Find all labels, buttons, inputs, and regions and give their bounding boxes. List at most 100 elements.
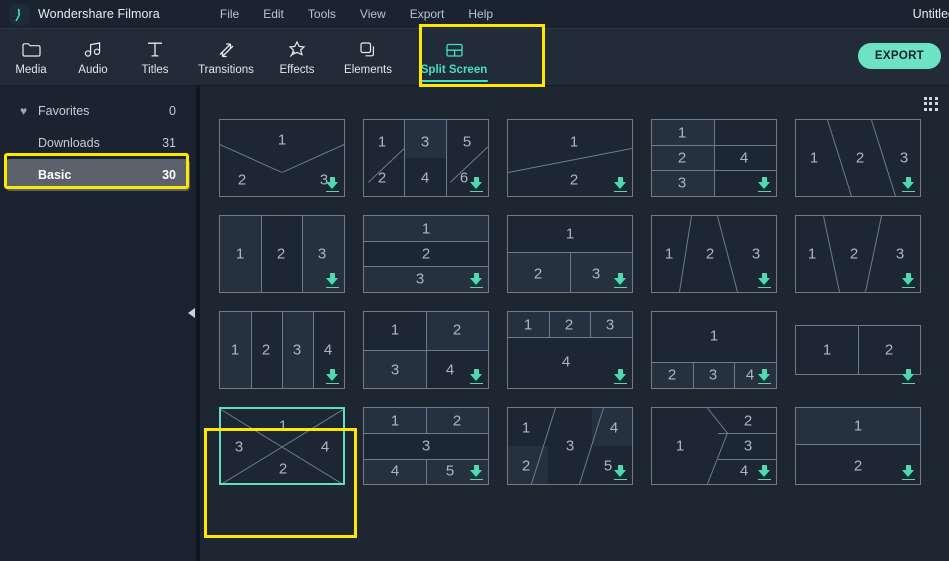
template-region-number: 1: [230, 341, 240, 359]
grid-dots-icon[interactable]: [924, 97, 938, 111]
template-divider: [796, 444, 920, 445]
template-thumbnail[interactable]: 12: [795, 311, 921, 389]
menu-item-export[interactable]: Export: [398, 3, 457, 25]
template-region-number: 2: [569, 171, 579, 189]
download-arrow-icon[interactable]: [470, 273, 483, 288]
template-region-number: 1: [822, 341, 832, 359]
download-arrow-icon[interactable]: [326, 273, 339, 288]
toolbar-tab-titles[interactable]: Titles: [124, 29, 186, 86]
download-arrow-icon[interactable]: [902, 273, 915, 288]
menu-bar: File Edit Tools View Export Help: [208, 3, 505, 25]
template-thumbnail[interactable]: 1 2 3 4: [363, 311, 489, 389]
menu-item-tools[interactable]: Tools: [296, 3, 348, 25]
template-thumbnail[interactable]: 123: [651, 215, 777, 293]
toolbar-tab-label: Titles: [141, 63, 169, 76]
download-arrow-icon[interactable]: [614, 273, 627, 288]
collapse-left-arrow-icon[interactable]: [186, 305, 196, 321]
template-divider: [302, 216, 303, 292]
export-button[interactable]: EXPORT: [857, 43, 941, 69]
sparkle-star-icon: [287, 40, 307, 60]
filmora-window: ⟩ Wondershare Filmora File Edit Tools Vi…: [0, 0, 949, 561]
template-thumbnail[interactable]: 1 2 3 4: [651, 407, 777, 485]
template-region-number: 1: [675, 437, 685, 455]
download-arrow-icon[interactable]: [470, 177, 483, 192]
template-region-number: 2: [743, 412, 753, 430]
download-arrow-icon[interactable]: [758, 177, 771, 192]
download-arrow-icon[interactable]: [470, 369, 483, 384]
download-arrow-icon[interactable]: [758, 465, 771, 480]
sidebar-item-basic[interactable]: Basic 30: [6, 159, 190, 191]
overlapping-squares-icon: [359, 40, 378, 60]
template-region-number: 3: [234, 438, 244, 456]
template-thumbnail[interactable]: 1 2 3 4 5: [507, 407, 633, 485]
template-divider: [718, 433, 776, 434]
template-thumbnail[interactable]: 1 3 4 2: [219, 407, 345, 485]
template-region-number: 2: [667, 366, 677, 384]
template-thumbnail[interactable]: 123: [219, 119, 345, 197]
template-thumbnail[interactable]: 123: [795, 119, 921, 197]
toolbar-tab-audio[interactable]: Audio: [62, 29, 124, 86]
template-divider: [858, 326, 859, 374]
download-arrow-icon[interactable]: [614, 369, 627, 384]
filmora-logo-icon: ⟩: [14, 6, 24, 22]
folder-icon: [21, 40, 41, 60]
template-thumbnail[interactable]: 12: [795, 407, 921, 485]
active-tab-underline: [420, 80, 488, 82]
template-region-number: 3: [899, 149, 909, 167]
menu-item-view[interactable]: View: [348, 3, 398, 25]
template-region-number: 1: [523, 316, 533, 334]
template-region-number: 4: [745, 366, 755, 384]
download-arrow-icon[interactable]: [902, 177, 915, 192]
download-arrow-icon[interactable]: [758, 369, 771, 384]
template-divider: [652, 362, 776, 363]
download-arrow-icon[interactable]: [614, 465, 627, 480]
template-region-number: 2: [884, 341, 894, 359]
toolbar-tab-elements[interactable]: Elements: [328, 29, 408, 86]
sidebar-item-label: Downloads: [38, 136, 100, 150]
template-thumbnail[interactable]: 1 3 5 2 4 6: [363, 119, 489, 197]
template-divider: [446, 120, 447, 196]
download-arrow-icon[interactable]: [470, 465, 483, 480]
download-arrow-icon[interactable]: [902, 369, 915, 384]
template-region-number: 5: [445, 462, 455, 480]
sidebar-item-favorites[interactable]: ♥ Favorites 0: [6, 95, 190, 127]
toolbar-tab-media[interactable]: Media: [0, 29, 62, 86]
template-thumbnail[interactable]: 123: [795, 215, 921, 293]
template-region-number: 3: [751, 245, 761, 263]
download-arrow-icon[interactable]: [614, 177, 627, 192]
download-arrow-icon[interactable]: [326, 177, 339, 192]
template-divider: [364, 350, 488, 351]
template-thumbnail[interactable]: 1 2 3 4: [507, 311, 633, 389]
sidebar-item-label: Basic: [38, 168, 72, 182]
template-thumbnail[interactable]: 123: [219, 215, 345, 293]
toolbar-tab-split-screen[interactable]: Split Screen: [408, 29, 500, 86]
template-thumbnail[interactable]: 123: [363, 215, 489, 293]
template-thumbnail[interactable]: 1 2 3 4: [651, 311, 777, 389]
template-thumbnail[interactable]: 1 2 3 4: [651, 119, 777, 197]
template-thumbnail[interactable]: 123: [507, 215, 633, 293]
template-region-number: 2: [849, 245, 859, 263]
template-region-number: 3: [895, 245, 905, 263]
menu-item-help[interactable]: Help: [456, 3, 505, 25]
template-region-number: 1: [390, 412, 400, 430]
menu-item-file[interactable]: File: [208, 3, 251, 25]
download-arrow-icon[interactable]: [758, 273, 771, 288]
template-thumbnail[interactable]: 1 2 3 4: [219, 311, 345, 389]
template-thumbnail[interactable]: 1 2 3 4 5: [363, 407, 489, 485]
sidebar-item-downloads[interactable]: Downloads 31: [6, 127, 190, 159]
template-thumbnail[interactable]: 12: [507, 119, 633, 197]
template-divider: [251, 312, 252, 388]
toolbar-tab-transitions[interactable]: Transitions: [186, 29, 266, 86]
menu-item-edit[interactable]: Edit: [251, 3, 296, 25]
template-preview: 12: [795, 325, 921, 375]
toolbar-tab-effects[interactable]: Effects: [266, 29, 328, 86]
template-region-number: 2: [452, 412, 462, 430]
toolbar-tab-label: Audio: [78, 63, 108, 76]
template-divider: [282, 312, 283, 388]
template-region-number: 4: [561, 353, 571, 371]
download-arrow-icon[interactable]: [902, 465, 915, 480]
download-arrow-icon[interactable]: [326, 369, 339, 384]
template-region-number: 2: [237, 171, 247, 189]
template-region-number: 2: [261, 341, 271, 359]
template-region-number: 4: [323, 341, 333, 359]
